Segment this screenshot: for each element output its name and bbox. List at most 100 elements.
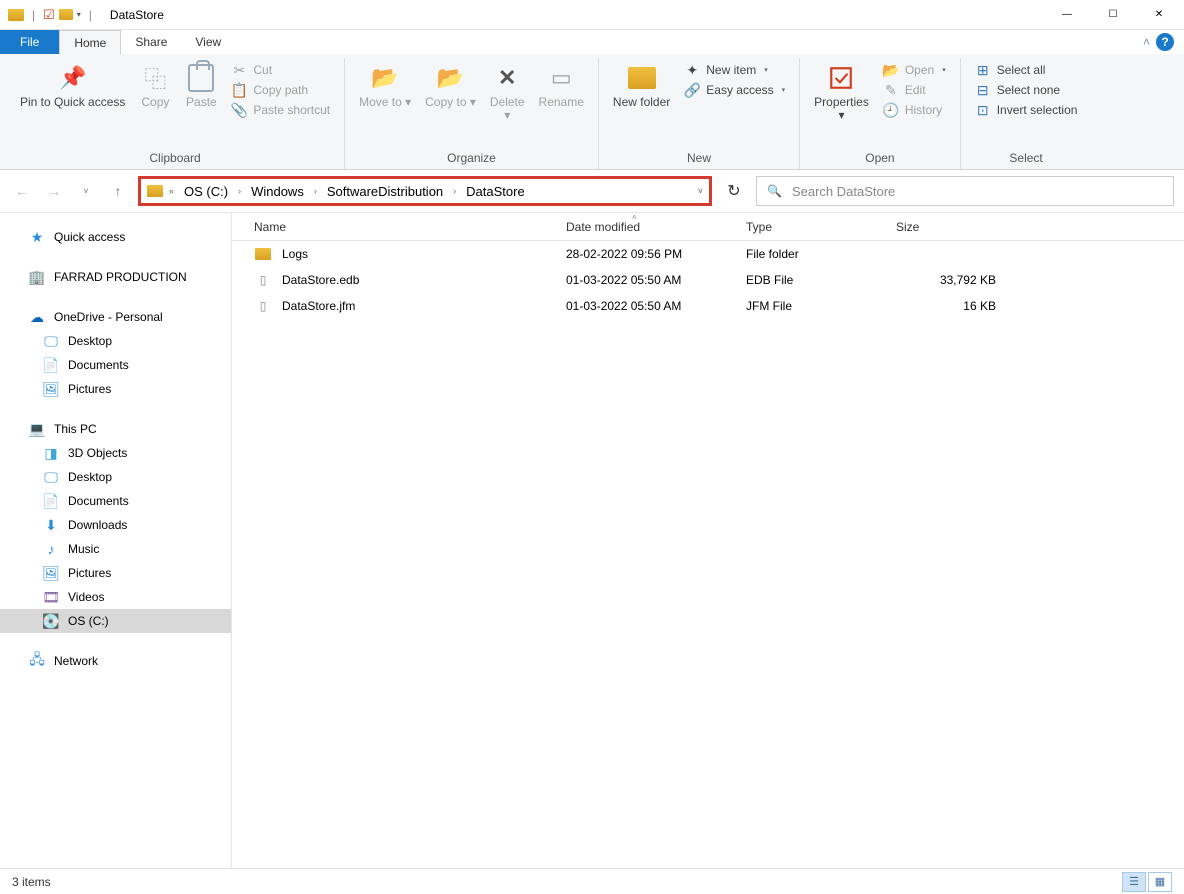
refresh-button[interactable]: ↻ — [720, 177, 748, 205]
sidebar-desktop[interactable]: 🖵Desktop — [0, 465, 231, 489]
new-item-button[interactable]: ✦New item▾ — [678, 60, 791, 80]
help-icon[interactable]: ? — [1156, 33, 1174, 51]
column-headers: ˄ Name Date modified Type Size — [232, 213, 1184, 241]
paste-shortcut-button[interactable]: 📎Paste shortcut — [225, 100, 336, 120]
delete-icon: ✕ — [491, 62, 523, 94]
network-icon: 🖧 — [28, 653, 46, 669]
select-all-button[interactable]: ⊞Select all — [969, 60, 1084, 80]
tab-view[interactable]: View — [181, 30, 235, 54]
copy-path-button[interactable]: 📋Copy path — [225, 80, 336, 100]
select-none-button[interactable]: ⊟Select none — [969, 80, 1084, 100]
copy-icon: ⿻ — [139, 62, 171, 94]
close-button[interactable]: ✕ — [1136, 0, 1182, 30]
up-button[interactable]: ↑ — [106, 179, 130, 203]
tab-home[interactable]: Home — [59, 30, 121, 54]
ribbon: 📌 Pin to Quick access ⿻ Copy Paste ✂Cut … — [0, 54, 1184, 170]
paste-icon — [185, 62, 217, 94]
rename-icon: ▭ — [545, 62, 577, 94]
sidebar-onedrive-documents[interactable]: 📄Documents — [0, 353, 231, 377]
address-history-dropdown-icon[interactable]: ˅ — [698, 186, 703, 196]
easy-access-button[interactable]: 🔗Easy access▾ — [678, 80, 791, 100]
building-icon: 🏢 — [28, 269, 46, 285]
collapse-ribbon-icon[interactable]: ˄ — [1143, 35, 1150, 49]
back-button[interactable]: ← — [10, 179, 34, 203]
open-button[interactable]: 📂Open▾ — [877, 60, 952, 80]
cut-button[interactable]: ✂Cut — [225, 60, 336, 80]
file-row[interactable]: Logs 28-02-2022 09:56 PM File folder — [232, 241, 1184, 267]
breadcrumb-overflow-icon[interactable]: « — [169, 186, 174, 196]
chevron-right-icon[interactable]: › — [314, 186, 317, 196]
ribbon-tabs: File Home Share View ˄ ? — [0, 30, 1184, 54]
column-size[interactable]: Size — [886, 213, 1006, 240]
column-name[interactable]: Name — [232, 213, 556, 240]
star-icon: ★ — [28, 229, 46, 245]
sidebar-music[interactable]: ♪Music — [0, 537, 231, 561]
qat-separator: | — [32, 8, 35, 22]
search-box[interactable]: 🔍 — [756, 176, 1174, 206]
move-to-button[interactable]: 📂 Move to ▾ — [353, 58, 417, 113]
qat-dropdown-icon[interactable]: ▾ — [77, 10, 81, 19]
search-input[interactable] — [792, 184, 1163, 199]
sidebar-os-c[interactable]: 💽OS (C:) — [0, 609, 231, 633]
chevron-right-icon[interactable]: › — [453, 186, 456, 196]
file-list-pane: ˄ Name Date modified Type Size Logs 28-0… — [232, 213, 1184, 868]
breadcrumb-1[interactable]: Windows — [247, 184, 308, 199]
documents-icon: 📄 — [42, 357, 60, 373]
file-row[interactable]: ▯DataStore.edb 01-03-2022 05:50 AM EDB F… — [232, 267, 1184, 293]
sidebar-documents[interactable]: 📄Documents — [0, 489, 231, 513]
history-button[interactable]: 🕘History — [877, 100, 952, 120]
sidebar-this-pc[interactable]: 💻This PC — [0, 417, 231, 441]
breadcrumb-2[interactable]: SoftwareDistribution — [323, 184, 447, 199]
easy-access-icon: 🔗 — [684, 82, 700, 98]
recent-locations-button[interactable]: ˅ — [74, 179, 98, 203]
copy-to-button[interactable]: 📂 Copy to ▾ — [419, 58, 482, 113]
tab-share[interactable]: Share — [121, 30, 181, 54]
pin-quick-access-button[interactable]: 📌 Pin to Quick access — [14, 58, 131, 113]
new-folder-button[interactable]: New folder — [607, 58, 676, 113]
sidebar-3d-objects[interactable]: ◨3D Objects — [0, 441, 231, 465]
ribbon-group-new: New folder ✦New item▾ 🔗Easy access▾ New — [599, 58, 800, 169]
properties-button[interactable]: Properties▾ — [808, 58, 875, 126]
search-icon: 🔍 — [767, 184, 782, 198]
breadcrumb-3[interactable]: DataStore — [462, 184, 529, 199]
sort-indicator-icon: ˄ — [632, 213, 637, 222]
new-folder-qat-icon[interactable] — [59, 9, 73, 20]
downloads-icon: ⬇ — [42, 517, 60, 533]
sidebar-onedrive-pictures[interactable]: 🖼Pictures — [0, 377, 231, 401]
rename-button[interactable]: ▭ Rename — [533, 58, 590, 113]
details-view-button[interactable]: ☰ — [1122, 872, 1146, 892]
chevron-right-icon[interactable]: › — [238, 186, 241, 196]
sidebar-onedrive-desktop[interactable]: 🖵Desktop — [0, 329, 231, 353]
window-controls: — ☐ ✕ — [1044, 0, 1182, 30]
thumbnails-view-button[interactable]: ▦ — [1148, 872, 1172, 892]
sidebar-videos[interactable]: 🎞Videos — [0, 585, 231, 609]
delete-button[interactable]: ✕ Delete▾ — [484, 58, 531, 126]
paste-shortcut-icon: 📎 — [231, 102, 247, 118]
file-row[interactable]: ▯DataStore.jfm 01-03-2022 05:50 AM JFM F… — [232, 293, 1184, 319]
address-folder-icon — [147, 185, 163, 197]
sidebar-quick-access[interactable]: ★Quick access — [0, 225, 231, 249]
open-icon: 📂 — [883, 62, 899, 78]
cut-icon: ✂ — [231, 62, 247, 78]
window-title: DataStore — [110, 8, 164, 22]
pictures-icon: 🖼 — [42, 381, 60, 397]
column-date[interactable]: Date modified — [556, 213, 736, 240]
sidebar-downloads[interactable]: ⬇Downloads — [0, 513, 231, 537]
address-bar[interactable]: « OS (C:) › Windows › SoftwareDistributi… — [138, 176, 712, 206]
sidebar-farrad[interactable]: 🏢FARRAD PRODUCTION — [0, 265, 231, 289]
forward-button[interactable]: → — [42, 179, 66, 203]
paste-button[interactable]: Paste — [179, 58, 223, 113]
column-type[interactable]: Type — [736, 213, 886, 240]
tab-file[interactable]: File — [0, 30, 59, 54]
status-item-count: 3 items — [12, 875, 51, 889]
maximize-button[interactable]: ☐ — [1090, 0, 1136, 30]
minimize-button[interactable]: — — [1044, 0, 1090, 30]
sidebar-onedrive[interactable]: ☁OneDrive - Personal — [0, 305, 231, 329]
copy-button[interactable]: ⿻ Copy — [133, 58, 177, 113]
properties-qat-icon[interactable]: ☑ — [43, 7, 55, 23]
breadcrumb-0[interactable]: OS (C:) — [180, 184, 232, 199]
sidebar-network[interactable]: 🖧Network — [0, 649, 231, 673]
edit-button[interactable]: ✎Edit — [877, 80, 952, 100]
sidebar-pictures[interactable]: 🖼Pictures — [0, 561, 231, 585]
invert-selection-button[interactable]: ⊡Invert selection — [969, 100, 1084, 120]
